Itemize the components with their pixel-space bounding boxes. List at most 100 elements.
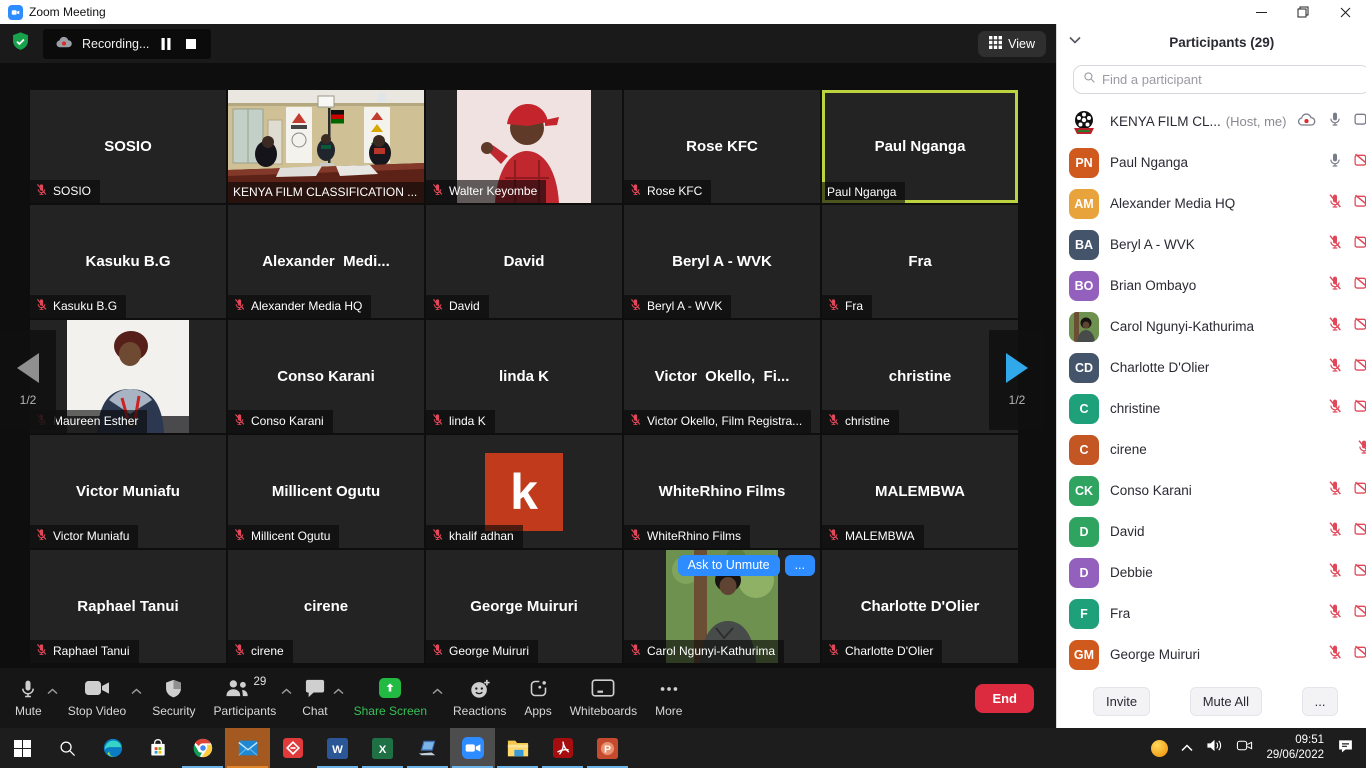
participant-row[interactable]: AM Alexander Media HQ (1057, 183, 1366, 224)
invite-button[interactable]: Invite (1093, 687, 1150, 716)
camera-off-icon[interactable] (1354, 604, 1366, 623)
word-taskbar-icon[interactable]: W (315, 728, 360, 768)
security-button[interactable]: Security (143, 670, 204, 726)
video-tile[interactable]: cirene cirene (228, 550, 424, 663)
mic-muted-icon[interactable] (1327, 357, 1343, 378)
mic-on-icon[interactable] (1327, 111, 1343, 132)
participant-row[interactable]: D Debbie (1057, 552, 1366, 593)
video-tile[interactable]: Fra Fra (822, 205, 1018, 318)
stop-video-button[interactable]: Stop Video (59, 670, 136, 726)
camera-off-icon[interactable] (1354, 358, 1366, 377)
chat-chevron-button[interactable] (333, 688, 344, 695)
end-meeting-button[interactable]: End (975, 684, 1034, 713)
camera-off-icon[interactable] (1354, 522, 1366, 541)
video-tile[interactable]: Millicent Ogutu Millicent Ogutu (228, 435, 424, 548)
action-center-icon[interactable] (1337, 738, 1354, 759)
mute-chevron-button[interactable] (47, 688, 58, 695)
chat-button[interactable]: Chat (293, 670, 336, 726)
ask-to-unmute-button[interactable]: Ask to Unmute (678, 555, 780, 576)
mic-muted-icon[interactable] (1356, 439, 1366, 460)
participants-button[interactable]: 29 Participants (205, 670, 286, 726)
apps-button[interactable]: Apps (515, 670, 560, 726)
camera-off-icon[interactable] (1354, 399, 1366, 418)
mic-muted-icon[interactable] (1327, 275, 1343, 296)
acrobat-taskbar-icon[interactable] (540, 728, 585, 768)
camera-off-icon[interactable] (1354, 563, 1366, 582)
file-explorer-taskbar-icon[interactable] (495, 728, 540, 768)
share-screen-chevron-button[interactable] (432, 688, 443, 695)
video-tile[interactable]: Victor Muniafu Victor Muniafu (30, 435, 226, 548)
tray-orange-app-icon[interactable] (1151, 740, 1168, 757)
tray-zoom-camera-icon[interactable] (1236, 738, 1253, 758)
video-tile[interactable]: Walter Keyombe (426, 90, 622, 203)
participant-row[interactable]: BA Beryl A - WVK (1057, 224, 1366, 265)
mic-muted-icon[interactable] (1327, 644, 1343, 665)
video-tile[interactable]: linda K linda K (426, 320, 622, 433)
video-tile[interactable]: Beryl A - WVK Beryl A - WVK (624, 205, 820, 318)
more-button[interactable]: More (646, 670, 691, 726)
red-diamond-taskbar-icon[interactable] (270, 728, 315, 768)
remote-desktop-taskbar-icon[interactable] (405, 728, 450, 768)
video-tile[interactable]: David David (426, 205, 622, 318)
store-taskbar-icon[interactable] (135, 728, 180, 768)
video-tile[interactable]: Alexander Medi... Alexander Media HQ (228, 205, 424, 318)
chrome-taskbar-icon[interactable] (180, 728, 225, 768)
video-tile[interactable]: Paul Nganga Paul Nganga (822, 90, 1018, 203)
video-tile[interactable]: Kasuku B.G Kasuku B.G (30, 205, 226, 318)
participant-row[interactable]: GM George Muiruri (1057, 634, 1366, 675)
mic-muted-icon[interactable] (1327, 234, 1343, 255)
search-taskbar-icon[interactable] (45, 728, 90, 768)
mic-muted-icon[interactable] (1327, 521, 1343, 542)
mute-button[interactable]: Mute (6, 670, 51, 726)
video-tile[interactable]: k khalif adhan (426, 435, 622, 548)
video-tile[interactable]: Raphael Tanui Raphael Tanui (30, 550, 226, 663)
camera-off-icon[interactable] (1354, 194, 1366, 213)
participant-row[interactable]: CK Conso Karani (1057, 470, 1366, 511)
participant-row[interactable]: F Fra (1057, 593, 1366, 634)
participant-row[interactable]: BO Brian Ombayo (1057, 265, 1366, 306)
stop-video-chevron-button[interactable] (131, 688, 142, 695)
mic-muted-icon[interactable] (1327, 603, 1343, 624)
video-tile[interactable]: Charlotte D'Olier Charlotte D'Olier (822, 550, 1018, 663)
video-tile[interactable]: MALEMBWA MALEMBWA (822, 435, 1018, 548)
mic-muted-icon[interactable] (1327, 193, 1343, 214)
tray-show-hidden-icons-chevron[interactable] (1181, 739, 1193, 757)
start-taskbar-icon[interactable] (0, 728, 45, 768)
camera-off-icon[interactable] (1354, 276, 1366, 295)
mic-muted-icon[interactable] (1327, 316, 1343, 337)
mic-muted-icon[interactable] (1327, 562, 1343, 583)
participant-row[interactable]: C cirene (1057, 429, 1366, 470)
participant-row[interactable]: KENYA FILM CL...(Host, me) (1057, 101, 1366, 142)
camera-off-icon[interactable] (1354, 317, 1366, 336)
excel-taskbar-icon[interactable]: X (360, 728, 405, 768)
camera-off-icon[interactable] (1354, 153, 1366, 172)
tray-clock[interactable]: 09:51 29/06/2022 (1266, 733, 1324, 763)
edge-taskbar-icon[interactable] (90, 728, 135, 768)
mic-muted-icon[interactable] (1327, 398, 1343, 419)
camera-off-icon[interactable] (1354, 645, 1366, 664)
share-screen-button[interactable]: Share Screen (345, 670, 436, 726)
tile-more-options-button[interactable]: ... (785, 555, 815, 576)
participant-row[interactable]: PN Paul Nganga (1057, 142, 1366, 183)
mute-all-button[interactable]: Mute All (1190, 687, 1262, 716)
mic-muted-icon[interactable] (1327, 480, 1343, 501)
video-tile[interactable]: Ask to Unmute ... Carol Ngunyi-Kathurima (624, 550, 820, 663)
video-tile[interactable]: KENYA FILM CLASSIFICATION ... (228, 90, 424, 203)
reactions-button[interactable]: Reactions (444, 670, 515, 726)
video-tile[interactable]: Maureen Esther (30, 320, 226, 433)
video-tile[interactable]: WhiteRhino Films WhiteRhino Films (624, 435, 820, 548)
volume-icon[interactable] (1206, 738, 1223, 758)
participant-row[interactable]: CD Charlotte D'Olier (1057, 347, 1366, 388)
next-page-button[interactable]: 1/2 (989, 330, 1045, 430)
camera-off-icon[interactable] (1354, 235, 1366, 254)
video-tile[interactable]: Conso Karani Conso Karani (228, 320, 424, 433)
more-options-button[interactable]: ... (1302, 687, 1339, 716)
video-tile[interactable]: Victor Okello, Fi... Victor Okello, Film… (624, 320, 820, 433)
mail-taskbar-icon[interactable] (225, 728, 270, 768)
video-tile[interactable]: SOSIO SOSIO (30, 90, 226, 203)
participant-row[interactable]: Carol Ngunyi-Kathurima (1057, 306, 1366, 347)
participant-search[interactable] (1073, 65, 1366, 94)
camera-off-icon[interactable] (1354, 481, 1366, 500)
whiteboards-button[interactable]: Whiteboards (561, 670, 646, 726)
collapse-panel-chevron-icon[interactable] (1069, 36, 1081, 44)
